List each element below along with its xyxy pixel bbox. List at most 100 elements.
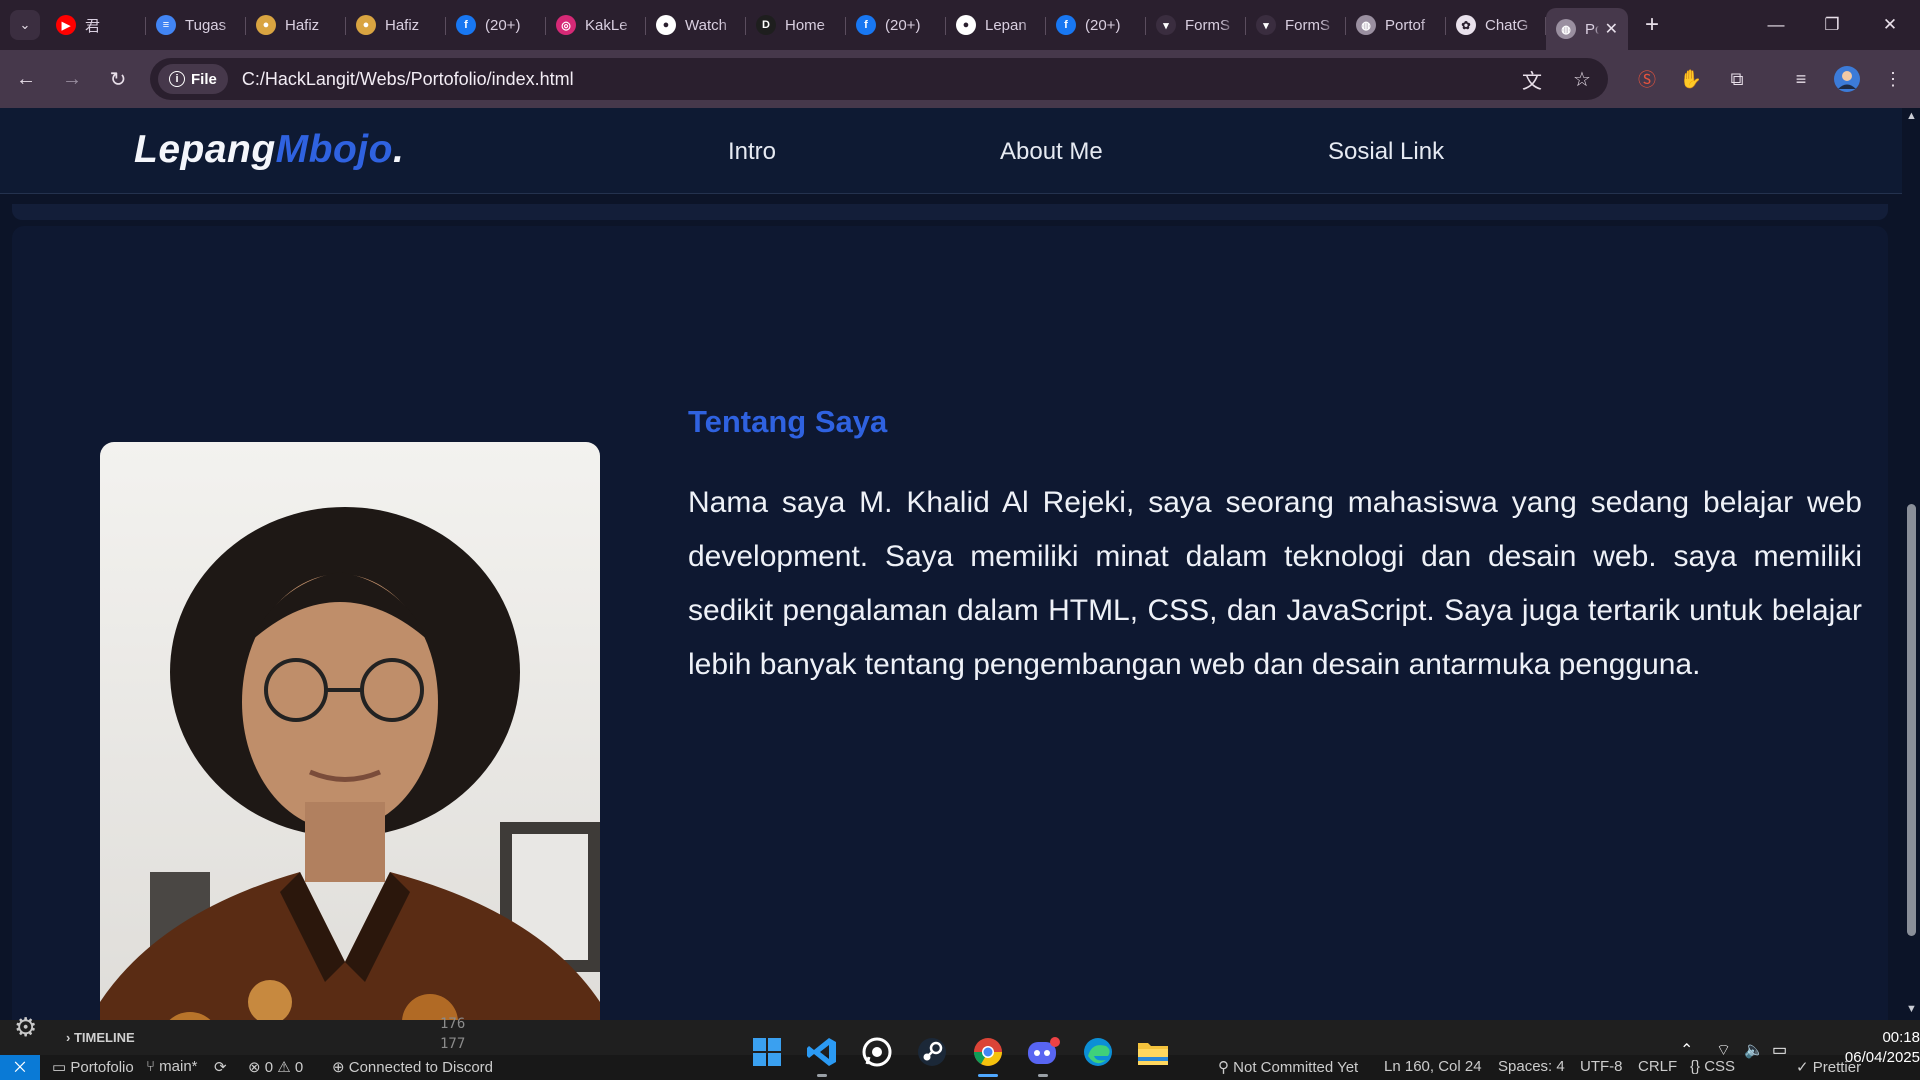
bookmark-star-icon[interactable]: ☆ <box>1568 65 1596 93</box>
settings-gear-icon[interactable]: ⚙ <box>14 1012 37 1043</box>
editor-bottom-panel <box>0 1020 1920 1055</box>
active-tab[interactable]: ◍ Pc ✕ <box>1546 8 1628 50</box>
github-icon: ● <box>656 15 676 35</box>
browser-tab[interactable]: ◍ Portof <box>1346 7 1446 43</box>
close-window-icon[interactable]: ✕ <box>1862 0 1918 50</box>
steam-icon[interactable] <box>912 1033 952 1071</box>
browser-tab[interactable]: ● Watch <box>646 7 746 43</box>
scroll-down-arrow-icon[interactable]: ▼ <box>1906 1003 1917 1015</box>
status-encoding[interactable]: UTF-8 <box>1580 1058 1623 1075</box>
edge-icon[interactable] <box>1078 1033 1118 1071</box>
extension-hand-icon[interactable]: ✋ <box>1676 64 1706 94</box>
profile-avatar[interactable] <box>1832 64 1862 94</box>
status-cursor-position[interactable]: Ln 160, Col 24 <box>1384 1058 1482 1075</box>
github-icon: ● <box>956 15 976 35</box>
media-control-icon[interactable]: ≡ <box>1786 64 1816 94</box>
nav-link-sosial-link[interactable]: Sosial Link <box>1328 138 1444 166</box>
reload-icon[interactable]: ↻ <box>98 59 138 99</box>
status-bar: ⨉ ▭ Portofolio ⑂ main* ⟳ ⊗ 0 ⚠ 0 ⊕ Conne… <box>0 1055 1920 1080</box>
browser-tab[interactable]: ● Lepan <box>946 7 1046 43</box>
remote-indicator-icon[interactable]: ⨉ <box>0 1055 40 1080</box>
branch-label: main* <box>159 1058 198 1075</box>
browser-tab[interactable]: f (20+) <box>446 7 546 43</box>
restore-icon[interactable]: ❐ <box>1804 0 1860 50</box>
warnings-count: 0 <box>294 1059 304 1076</box>
tab-title: FormS <box>1185 16 1230 34</box>
status-eol[interactable]: CRLF <box>1638 1058 1677 1075</box>
facebook-icon: f <box>456 15 476 35</box>
youtube-icon: ▶ <box>56 15 76 35</box>
status-folder[interactable]: ▭ Portofolio <box>52 1058 134 1076</box>
folder-label: Portofolio <box>70 1059 134 1076</box>
status-indentation[interactable]: Spaces: 4 <box>1498 1058 1565 1075</box>
facebook-icon: f <box>856 15 876 35</box>
vscode-icon[interactable] <box>802 1033 842 1077</box>
site-logo[interactable]: LepangMbojo. <box>134 128 404 172</box>
line-number: 176 <box>440 1016 466 1032</box>
browser-tab[interactable]: f (20+) <box>1046 7 1146 43</box>
chrome-icon[interactable] <box>968 1033 1008 1077</box>
site-navbar: LepangMbojo. Intro About Me Sosial Link <box>0 108 1902 194</box>
close-tab-icon[interactable]: ✕ <box>1605 19 1618 39</box>
tab-search-button[interactable]: ⌄ <box>10 10 40 40</box>
browser-tab[interactable]: f (20+) <box>846 7 946 43</box>
hafiz-icon: ● <box>256 15 276 35</box>
facebook-icon: f <box>1056 15 1076 35</box>
back-icon[interactable]: ← <box>6 59 46 99</box>
commit-label: Not Committed Yet <box>1233 1059 1359 1076</box>
page-scrollbar[interactable]: ▲ ▼ <box>1902 108 1920 1020</box>
browser-tab[interactable]: ✿ ChatG <box>1446 7 1546 43</box>
clock-time: 00:18 <box>1882 1029 1920 1046</box>
scroll-up-arrow-icon[interactable]: ▲ <box>1906 110 1917 122</box>
site-info-chip[interactable]: i File <box>158 64 228 94</box>
tab-title: (20+) <box>1085 16 1121 34</box>
docs-icon: ≡ <box>156 15 176 35</box>
status-discord[interactable]: ⊕ Connected to Discord <box>332 1058 493 1076</box>
logo-main: Lepang <box>134 128 276 171</box>
status-branch[interactable]: ⑂ main* <box>146 1058 198 1075</box>
status-problems[interactable]: ⊗ 0 ⚠ 0 <box>248 1058 303 1076</box>
browser-tab[interactable]: ◎ KakLe <box>546 7 646 43</box>
whatsapp-icon[interactable] <box>857 1033 897 1071</box>
scrollbar-thumb[interactable] <box>1907 504 1916 936</box>
extension-s-icon[interactable]: Ⓢ <box>1632 64 1662 94</box>
tab-title: Watch <box>685 16 727 34</box>
browser-tab[interactable]: ▾ FormS <box>1146 7 1246 43</box>
browser-tab[interactable]: ● Hafiz <box>246 7 346 43</box>
nav-link-about-me[interactable]: About Me <box>1000 138 1103 166</box>
tab-title: (20+) <box>885 16 921 34</box>
url-text[interactable]: C:/HackLangit/Webs/Portofolio/index.html <box>242 69 574 90</box>
battery-icon[interactable]: ▭ <box>1772 1040 1787 1060</box>
extensions-puzzle-icon[interactable]: ⧉ <box>1722 64 1752 94</box>
tab-title: (20+) <box>485 16 521 34</box>
file-explorer-icon[interactable] <box>1133 1033 1173 1071</box>
browser-tab[interactable]: ● Hafiz <box>346 7 446 43</box>
tray-chevron-up-icon[interactable]: ⌃ <box>1680 1040 1693 1060</box>
browser-tab[interactable]: ▶ 君 <box>46 7 146 43</box>
timeline-section[interactable]: › TIMELINE <box>66 1030 135 1045</box>
volume-icon[interactable]: 🔈 <box>1744 1040 1764 1060</box>
browser-tab[interactable]: ▾ FormS <box>1246 7 1346 43</box>
browser-menu-icon[interactable]: ⋮ <box>1878 64 1908 94</box>
browser-tab[interactable]: ≡ Tugas <box>146 7 246 43</box>
browser-tab[interactable]: D Home <box>746 7 846 43</box>
line-number: 177 <box>440 1036 466 1052</box>
tab-title: Hafiz <box>385 16 420 34</box>
forward-icon[interactable]: → <box>52 59 92 99</box>
tab-title: 君 <box>85 17 101 35</box>
sync-icon[interactable]: ⟳ <box>214 1058 227 1076</box>
address-bar[interactable]: i File C:/HackLangit/Webs/Portofolio/ind… <box>150 58 1608 100</box>
about-title: Tentang Saya <box>688 404 888 439</box>
system-clock[interactable]: 00:18 06/04/2025 <box>1826 1028 1920 1068</box>
tab-title: KakLe <box>585 16 628 34</box>
minimize-icon[interactable]: — <box>1748 0 1804 50</box>
status-language[interactable]: {} CSS <box>1690 1058 1735 1075</box>
new-tab-button[interactable]: + <box>1634 7 1670 43</box>
discord-icon[interactable] <box>1023 1033 1063 1077</box>
nav-link-intro[interactable]: Intro <box>728 138 776 166</box>
translate-icon[interactable]: 文 <box>1518 65 1546 93</box>
previous-section-edge <box>12 204 1888 220</box>
wifi-icon[interactable]: ⌔ <box>1716 1040 1731 1060</box>
windows-start-icon[interactable] <box>747 1033 787 1071</box>
status-commit[interactable]: ⚲ Not Committed Yet <box>1218 1058 1358 1076</box>
